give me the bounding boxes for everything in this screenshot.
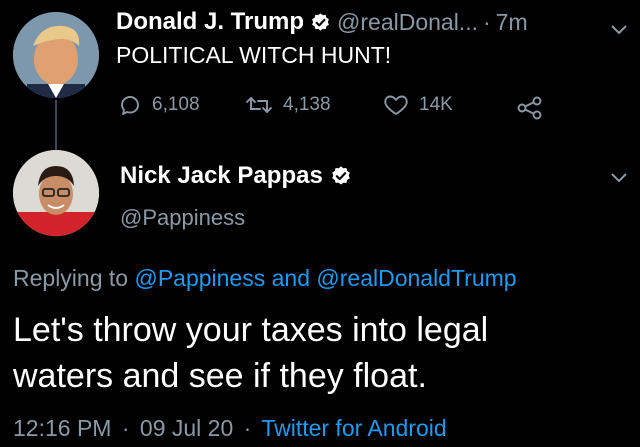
like-action[interactable]: 14K xyxy=(383,94,453,116)
tweet1-header: Donald J. Trump @realDonal... · 7m xyxy=(116,8,528,36)
share-icon[interactable] xyxy=(516,96,544,120)
tweet-time: 7m xyxy=(495,8,528,35)
chevron-down-icon[interactable] xyxy=(610,172,628,184)
separator-dot: · xyxy=(121,415,130,441)
thread-line xyxy=(55,100,57,150)
separator-dot: · xyxy=(243,415,252,441)
verified-badge-icon xyxy=(331,166,350,185)
tweet2-header: Nick Jack Pappas xyxy=(120,162,352,190)
tweet1-text: POLITICAL WITCH HUNT! xyxy=(116,42,392,68)
replying-and: and xyxy=(271,265,310,291)
like-icon xyxy=(384,95,408,115)
tweet-text-line: Let's throw your taxes into legal xyxy=(13,311,489,349)
author-handle[interactable]: @realDonal... xyxy=(337,9,478,36)
tweet-source-link[interactable]: Twitter for Android xyxy=(261,415,446,441)
reply-action[interactable]: 6,108 xyxy=(118,94,200,116)
reply-icon xyxy=(121,96,139,115)
tweet-text-line: waters and see if they float. xyxy=(13,357,427,395)
reply-count: 6,108 xyxy=(152,94,200,115)
replying-user-link[interactable]: @realDonaldTrump xyxy=(316,265,516,291)
replying-to: Replying to @Pappiness and @realDonaldTr… xyxy=(13,265,517,292)
retweet-action[interactable]: 4,138 xyxy=(245,94,331,116)
tweet-time: 12:16 PM xyxy=(13,415,112,441)
retweet-count: 4,138 xyxy=(283,94,331,115)
replying-prefix: Replying to xyxy=(13,265,129,291)
separator-dot: · xyxy=(482,8,491,35)
author-handle[interactable]: @Pappiness xyxy=(120,205,245,231)
author-name[interactable]: Donald J. Trump xyxy=(116,8,304,36)
tweet-date: 09 Jul 20 xyxy=(139,415,234,441)
replying-user-link[interactable]: @Pappiness xyxy=(134,265,265,291)
pappas-avatar[interactable] xyxy=(13,150,99,236)
like-count: 14K xyxy=(419,94,453,115)
verified-badge-icon xyxy=(312,12,329,31)
retweet-icon xyxy=(246,97,272,113)
trump-avatar[interactable] xyxy=(13,12,99,98)
chevron-down-icon[interactable] xyxy=(610,24,628,36)
tweet-meta: 12:16 PM · 09 Jul 20 · Twitter for Andro… xyxy=(13,415,447,442)
author-name[interactable]: Nick Jack Pappas xyxy=(120,162,323,190)
tweet2-text: Let's throw your taxes into legal waters… xyxy=(13,307,488,399)
